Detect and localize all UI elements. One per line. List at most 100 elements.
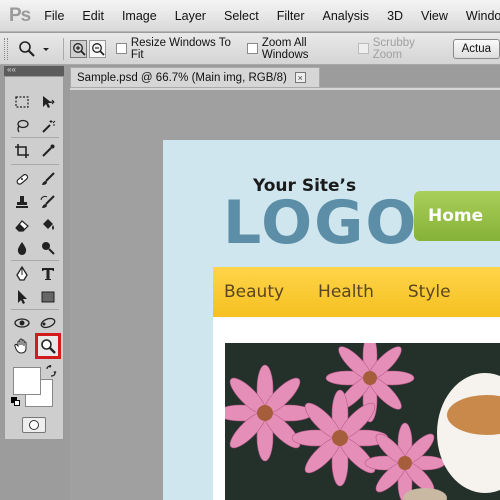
tool-separator xyxy=(11,309,59,310)
type-icon xyxy=(42,268,54,280)
menu-edit[interactable]: Edit xyxy=(82,9,104,23)
path-selection-tool[interactable] xyxy=(12,287,32,307)
menu-analysis[interactable]: Analysis xyxy=(323,9,370,23)
eraser-icon xyxy=(15,220,29,232)
chevron-down-icon xyxy=(42,47,49,51)
3d-orbit-tool[interactable] xyxy=(38,313,58,333)
tools-panel-header[interactable]: «« xyxy=(4,65,64,76)
tool-separator xyxy=(11,260,59,261)
zoom-out-button[interactable] xyxy=(89,39,107,58)
nav-item-beauty: Beauty xyxy=(224,282,285,302)
canvas-area[interactable]: Your Site’s LOGO Home Beauty Health Styl… xyxy=(70,90,500,500)
history-brush-icon xyxy=(40,195,55,208)
brush-tool[interactable] xyxy=(38,169,58,189)
crop-icon xyxy=(15,144,29,158)
crop-tool[interactable] xyxy=(12,141,32,161)
collapse-panel-icon[interactable]: «« xyxy=(7,65,16,74)
zoom-in-icon xyxy=(72,42,86,56)
scrubby-zoom-checkbox: Scrubby Zoom xyxy=(358,37,442,61)
pen-tool[interactable] xyxy=(12,264,32,284)
history-brush-tool[interactable] xyxy=(38,192,58,212)
scrubby-zoom-label: Scrubby Zoom xyxy=(372,36,415,61)
blur-tool[interactable] xyxy=(12,238,32,258)
marquee-icon xyxy=(15,96,29,108)
tool-row xyxy=(5,191,65,213)
menu-image[interactable]: Image xyxy=(122,9,157,23)
document-canvas[interactable]: Your Site’s LOGO Home Beauty Health Styl… xyxy=(163,140,500,500)
zoom-all-windows-checkbox[interactable]: Zoom All Windows xyxy=(247,37,350,61)
tool-row xyxy=(5,168,65,190)
eyedropper-tool[interactable] xyxy=(38,141,58,161)
type-tool[interactable] xyxy=(38,264,58,284)
menu-bar: Ps File Edit Image Layer Select Filter A… xyxy=(0,0,500,32)
tool-row xyxy=(5,214,65,236)
clone-stamp-tool[interactable] xyxy=(12,192,32,212)
zoom-tool[interactable] xyxy=(35,333,61,359)
healing-brush-tool[interactable] xyxy=(12,169,32,189)
paint-bucket-tool[interactable] xyxy=(38,215,58,235)
zoom-all-windows-label: Zoom All Windows xyxy=(261,36,309,61)
magnifier-icon xyxy=(19,40,35,57)
move-tool[interactable] xyxy=(38,92,58,112)
home-nav-button: Home xyxy=(414,191,500,241)
eraser-tool[interactable] xyxy=(12,215,32,235)
menu-file[interactable]: File xyxy=(44,9,64,23)
foreground-color-swatch[interactable] xyxy=(13,367,41,395)
site-content-area xyxy=(213,317,500,500)
zoom-in-button[interactable] xyxy=(70,39,88,58)
blur-icon xyxy=(17,242,27,255)
nav-item-style: Style xyxy=(407,282,451,302)
menu-layer[interactable]: Layer xyxy=(175,9,206,23)
move-icon xyxy=(43,96,55,108)
menu-filter[interactable]: Filter xyxy=(277,9,305,23)
tool-row xyxy=(5,237,65,259)
options-separator xyxy=(63,37,65,60)
3d-rotate-tool[interactable] xyxy=(12,313,32,333)
options-bar: Resize Windows To Fit Zoom All Windows S… xyxy=(0,33,500,65)
flowers-coffee-photo xyxy=(225,343,500,500)
resize-windows-checkbox[interactable]: Resize Windows To Fit xyxy=(116,37,239,61)
rectangle-shape-tool[interactable] xyxy=(38,287,58,307)
site-logo: LOGO xyxy=(223,188,419,258)
document-tab-title: Sample.psd @ 66.7% (Main img, RGB/8) xyxy=(77,71,287,84)
dodge-tool[interactable] xyxy=(38,238,58,258)
tool-row xyxy=(5,140,65,162)
document-tab[interactable]: Sample.psd @ 66.7% (Main img, RGB/8) × xyxy=(70,67,320,87)
eyedropper-icon xyxy=(42,144,55,157)
checkbox-box xyxy=(358,43,369,54)
options-bar-grip[interactable] xyxy=(4,37,8,60)
tool-preset-picker[interactable] xyxy=(18,40,56,58)
quick-mask-button[interactable] xyxy=(22,417,46,433)
hand-icon xyxy=(14,338,27,354)
tool-row xyxy=(5,115,65,137)
lasso-icon xyxy=(17,119,29,133)
healing-brush-icon xyxy=(16,174,29,185)
marquee-tool[interactable] xyxy=(12,92,32,112)
close-icon[interactable]: × xyxy=(294,72,306,83)
tool-separator xyxy=(11,137,59,138)
menu-view[interactable]: View xyxy=(421,9,448,23)
brush-icon xyxy=(42,172,55,185)
tool-row xyxy=(5,333,65,359)
menu-select[interactable]: Select xyxy=(224,9,259,23)
tool-row xyxy=(5,263,65,285)
gerbera-flowers-image xyxy=(225,343,500,500)
nav-item-health: Health xyxy=(318,282,374,302)
clone-stamp-icon xyxy=(16,196,28,208)
3d-rotate-icon xyxy=(14,318,30,328)
magic-wand-icon xyxy=(42,120,56,133)
hand-tool[interactable] xyxy=(12,336,32,356)
default-colors-icon[interactable] xyxy=(11,397,20,406)
menu-3d[interactable]: 3D xyxy=(387,9,403,23)
actual-pixels-button[interactable]: Actua xyxy=(452,38,500,59)
checkbox-box xyxy=(247,43,258,54)
swap-colors-icon[interactable] xyxy=(45,365,57,377)
quick-mask-icon xyxy=(29,420,39,430)
path-selection-icon xyxy=(18,290,27,304)
magic-wand-tool[interactable] xyxy=(38,116,58,136)
tool-row xyxy=(5,312,65,334)
pen-icon xyxy=(16,266,28,281)
lasso-tool[interactable] xyxy=(12,116,32,136)
tools-panel xyxy=(4,76,64,440)
menu-window[interactable]: Window xyxy=(466,9,500,23)
